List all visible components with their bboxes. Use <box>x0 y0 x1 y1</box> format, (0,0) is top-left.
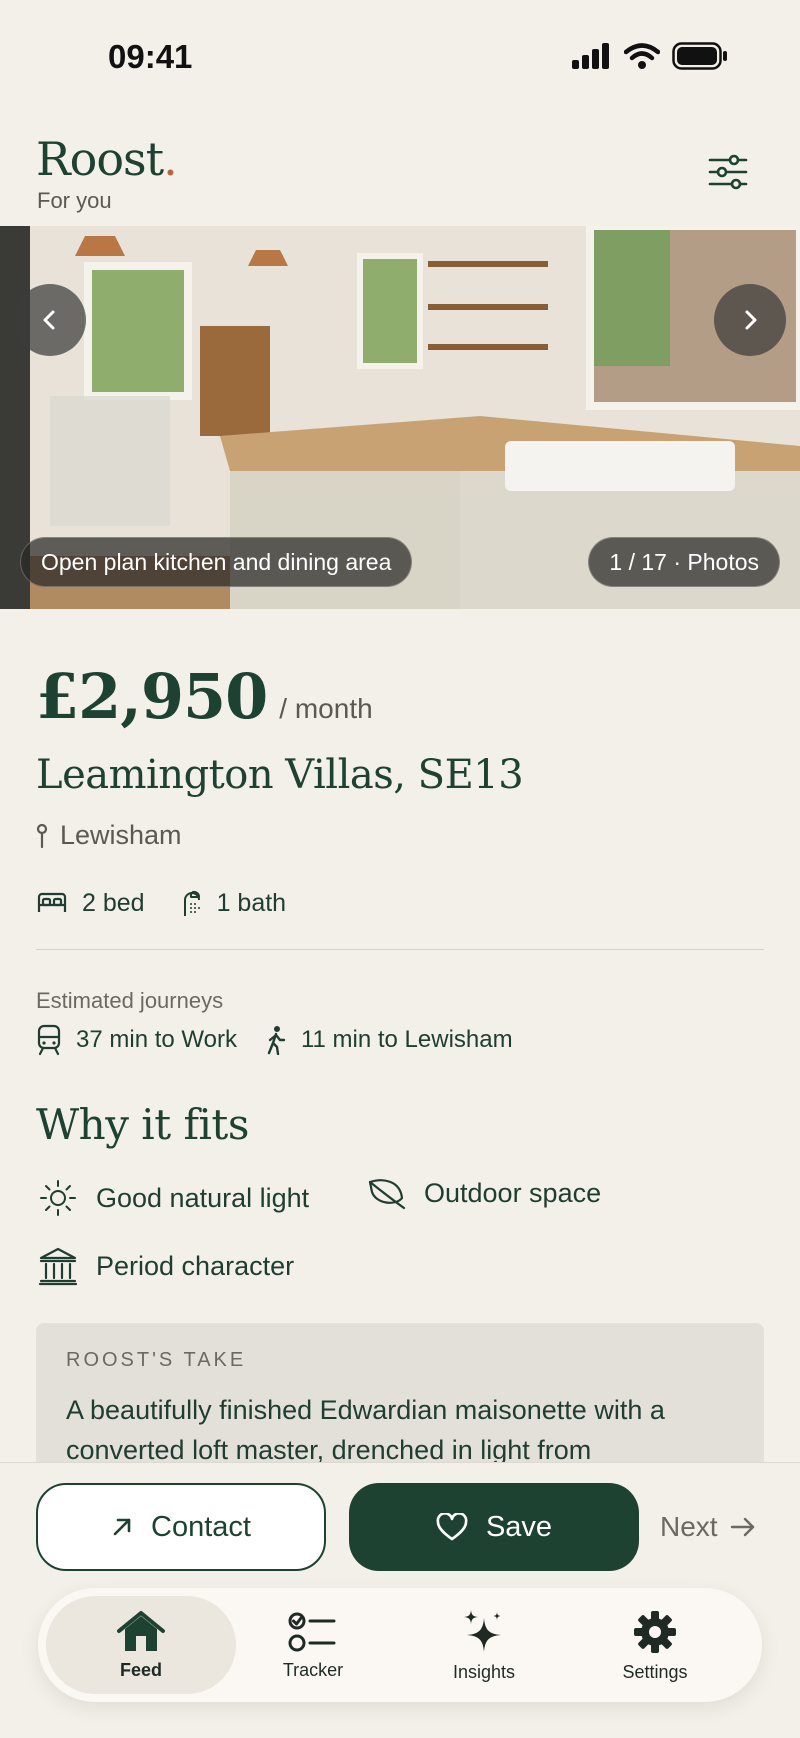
journey-work-label: 37 min to Work <box>76 1026 237 1053</box>
tab-feed[interactable]: Feed <box>46 1596 236 1694</box>
action-bar: Contact Save Next Feed Tracker Insights … <box>0 1462 800 1738</box>
listing-address: Leamington Villas, SE13 <box>36 752 524 798</box>
bathrooms-label: 1 bath <box>216 888 287 917</box>
feature-outdoor-space: Outdoor space <box>366 1176 601 1210</box>
listing-specs: 2 bed 1 bath <box>36 888 304 918</box>
price-period: / month <box>279 693 373 724</box>
tab-label: Insights <box>452 1661 516 1682</box>
feature-label: Outdoor space <box>424 1177 602 1208</box>
bathrooms: 1 bath <box>181 888 287 918</box>
brand-logo: Roost. <box>36 132 178 186</box>
take-label: ROOST'S TAKE <box>66 1349 247 1371</box>
tab-label: Feed <box>119 1659 162 1680</box>
shower-icon <box>183 890 200 916</box>
app-header: Roost. For you <box>0 120 800 220</box>
bedrooms: 2 bed <box>36 889 145 918</box>
sliders-icon <box>708 154 748 190</box>
save-label: Save <box>485 1510 553 1543</box>
checklist-icon <box>288 1612 336 1651</box>
pin-icon <box>36 823 48 848</box>
listing-price: £2,950 <box>36 660 268 733</box>
tab-insights[interactable]: Insights <box>389 1596 579 1694</box>
journey-walk: 11 min to Lewisham <box>265 1025 513 1055</box>
gallery-next-button[interactable] <box>714 284 786 356</box>
chevron-left-icon <box>43 310 55 330</box>
contact-button[interactable]: Contact <box>36 1483 326 1571</box>
gear-icon <box>634 1610 676 1653</box>
contact-label: Contact <box>151 1510 251 1543</box>
gallery-prev-button[interactable] <box>14 284 86 356</box>
wifi-icon <box>624 43 660 69</box>
arrow-up-right-icon <box>113 1518 131 1536</box>
walking-icon <box>267 1026 286 1055</box>
bedrooms-label: 2 bed <box>82 888 145 917</box>
area-label: Lewisham <box>60 820 182 850</box>
price-row: £2,950 / month <box>36 660 373 733</box>
photo-counter[interactable]: 1 / 17 · Photos <box>588 537 780 587</box>
train-icon <box>37 1024 61 1056</box>
status-bar: 09:41 <box>0 0 800 110</box>
journeys-heading: Estimated journeys <box>36 988 224 1013</box>
sun-icon <box>40 1180 76 1216</box>
feature-label: Period character <box>96 1250 295 1281</box>
chevron-right-icon <box>745 310 757 330</box>
save-button[interactable]: Save <box>349 1483 639 1571</box>
status-icons <box>572 42 728 70</box>
tab-label: Tracker <box>282 1659 344 1680</box>
feature-label: Good natural light <box>96 1182 310 1213</box>
tab-bar: Feed Tracker Insights Settings <box>38 1588 762 1702</box>
feature-natural-light: Good natural light <box>38 1178 309 1218</box>
sparkle-icon <box>464 1609 501 1652</box>
why-heading: Why it fits <box>36 1100 249 1149</box>
photo-caption: Open plan kitchen and dining area <box>20 537 413 587</box>
page-subtitle: For you <box>37 188 112 213</box>
listing-area: Lewisham <box>36 820 182 851</box>
take-text: A beautifully finished Edwardian maisone… <box>66 1395 665 1465</box>
home-icon <box>117 1610 165 1651</box>
next-label: Next <box>660 1511 718 1542</box>
tab-settings[interactable]: Settings <box>560 1596 750 1694</box>
tab-label: Settings <box>622 1661 688 1682</box>
arrow-right-icon <box>730 1517 754 1537</box>
heart-icon <box>436 1513 468 1541</box>
journey-work: 37 min to Work <box>36 1024 237 1056</box>
signal-icon <box>572 43 609 69</box>
leaf-icon <box>368 1179 406 1210</box>
filter-button[interactable] <box>706 150 750 194</box>
divider <box>36 949 764 950</box>
feature-period-character: Period character <box>38 1246 294 1286</box>
photo-gallery[interactable]: Open plan kitchen and dining area 1 / 17… <box>0 226 800 609</box>
status-time: 09:41 <box>108 38 193 75</box>
battery-icon <box>672 42 727 70</box>
columns-icon <box>38 1247 78 1286</box>
bed-icon <box>37 892 67 912</box>
next-button[interactable]: Next <box>660 1483 756 1571</box>
tab-tracker[interactable]: Tracker <box>218 1596 408 1694</box>
journeys: 37 min to Work 11 min to Lewisham <box>36 1024 525 1056</box>
journey-walk-label: 11 min to Lewisham <box>300 1026 513 1053</box>
